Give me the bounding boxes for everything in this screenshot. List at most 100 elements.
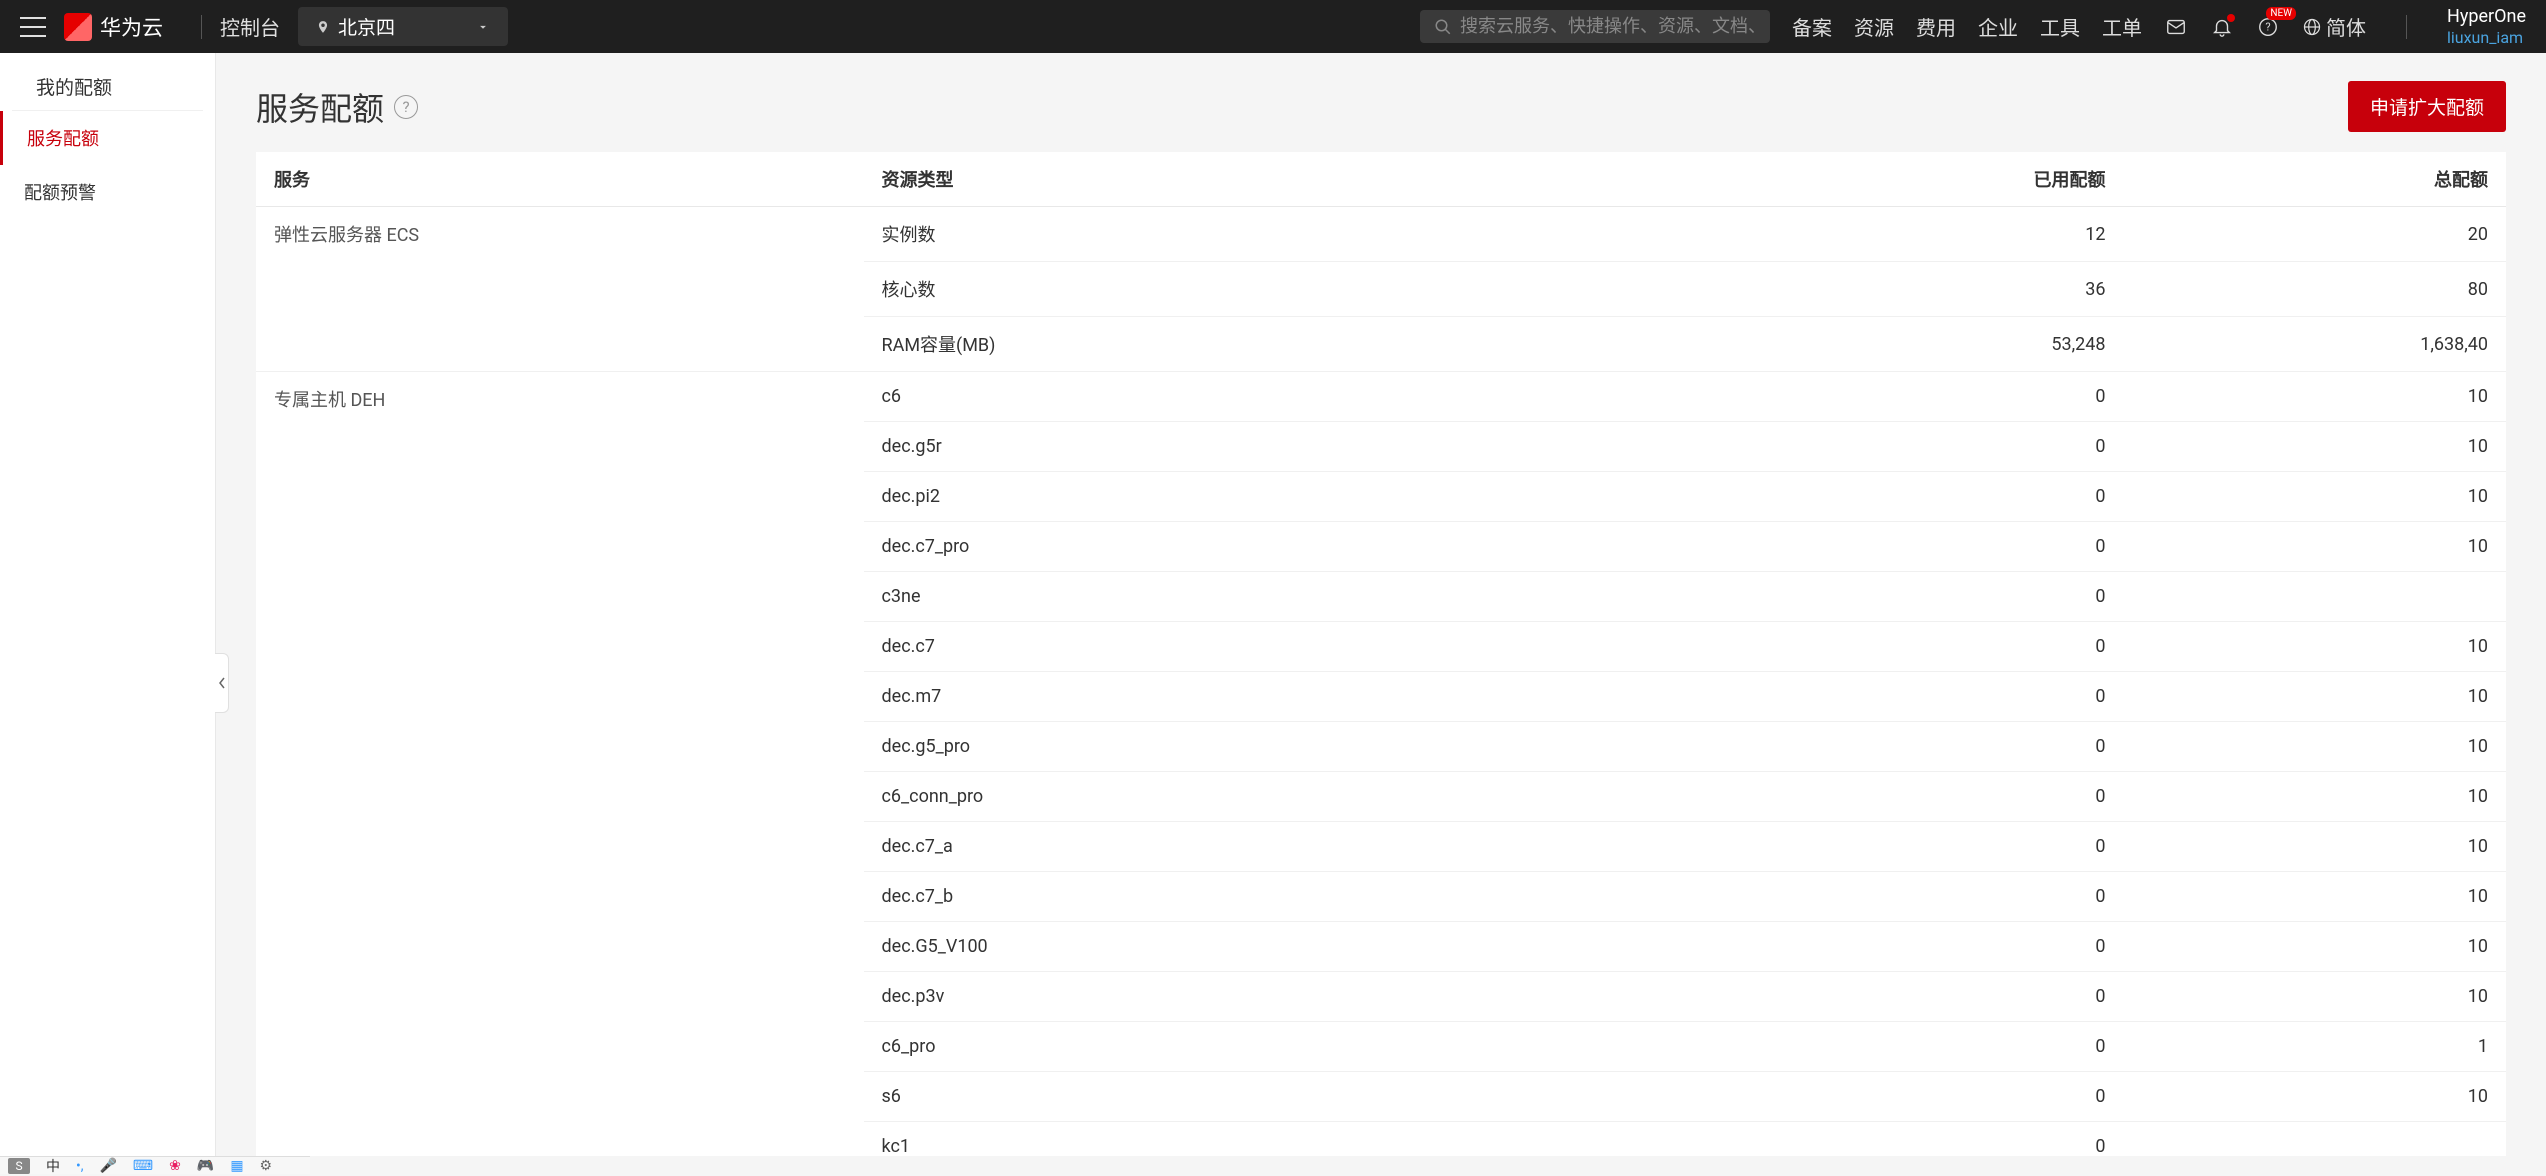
ime-emoji-icon[interactable]: ❀ [169, 1158, 181, 1174]
resource-type-cell: c6 [864, 372, 1764, 422]
help-center-icon[interactable]: ?NEW [2256, 15, 2280, 39]
ime-punct-icon[interactable]: •, [76, 1158, 83, 1174]
col-service: 服务 [256, 152, 864, 207]
resource-type-cell: kc1 [864, 1122, 1764, 1157]
main-content: 服务配额 ? 申请扩大配额 服务 资源类型 已用配额 总配额 弹性云服务器 EC… [216, 53, 2546, 1156]
ime-mode[interactable]: 中 [46, 1156, 60, 1176]
ime-taskbar: S 中 •, 🎤 ⌨ ❀ 🎮 ▦ ⚙ [0, 1156, 310, 1174]
total-cell: 10 [2124, 522, 2507, 572]
menu-icon[interactable] [20, 17, 46, 37]
total-cell: 10 [2124, 372, 2507, 422]
notification-dot [2227, 14, 2235, 22]
region-name: 北京四 [338, 13, 468, 40]
ime-keyboard-icon[interactable]: ⌨ [133, 1158, 153, 1174]
used-cell: 0 [1764, 672, 2124, 722]
total-cell: 10 [2124, 972, 2507, 1022]
used-cell: 0 [1764, 422, 2124, 472]
used-cell: 36 [1764, 262, 2124, 317]
search-icon [1434, 18, 1452, 36]
new-badge: NEW [2266, 7, 2296, 20]
sidebar-item-0[interactable]: 服务配额 [0, 111, 215, 165]
user-menu[interactable]: HyperOne liuxun_iam [2447, 6, 2526, 47]
total-cell: 10 [2124, 922, 2507, 972]
resource-type-cell: dec.p3v [864, 972, 1764, 1022]
total-cell: 10 [2124, 472, 2507, 522]
resource-type-cell: dec.c7_b [864, 872, 1764, 922]
nav-tools[interactable]: 工具 [2040, 12, 2080, 41]
resource-type-cell: c6_conn_pro [864, 772, 1764, 822]
location-icon [316, 20, 330, 34]
used-cell: 0 [1764, 372, 2124, 422]
resource-type-cell: dec.c7 [864, 622, 1764, 672]
resource-type-cell: c3ne [864, 572, 1764, 622]
svg-text:?: ? [2265, 20, 2270, 33]
global-search[interactable] [1420, 10, 1770, 43]
brand-name[interactable]: 华为云 [100, 12, 163, 42]
used-cell: 0 [1764, 722, 2124, 772]
used-cell: 12 [1764, 207, 2124, 262]
page-header: 服务配额 ? 申请扩大配额 [256, 81, 2506, 132]
table-row: 弹性云服务器 ECS实例数1220 [256, 207, 2506, 262]
ime-gamepad-icon[interactable]: 🎮 [197, 1158, 214, 1174]
total-cell: 10 [2124, 772, 2507, 822]
total-cell: 1,638,40 [2124, 317, 2507, 372]
used-cell: 53,248 [1764, 317, 2124, 372]
ime-grid-icon[interactable]: ▦ [230, 1158, 243, 1174]
col-total: 总配额 [2124, 152, 2507, 207]
used-cell: 0 [1764, 1122, 2124, 1157]
total-cell [2124, 572, 2507, 622]
page-title: 服务配额 [256, 84, 384, 130]
used-cell: 0 [1764, 972, 2124, 1022]
used-cell: 0 [1764, 622, 2124, 672]
resource-type-cell: s6 [864, 1072, 1764, 1122]
used-cell: 0 [1764, 1072, 2124, 1122]
resource-type-cell: c6_pro [864, 1022, 1764, 1072]
region-selector[interactable]: 北京四 [298, 7, 508, 46]
nav-resource[interactable]: 资源 [1854, 12, 1894, 41]
total-cell: 10 [2124, 822, 2507, 872]
total-cell: 10 [2124, 422, 2507, 472]
ime-logo-icon[interactable]: S [8, 1158, 30, 1174]
topbar-right: 备案 资源 费用 企业 工具 工单 ?NEW 简体 HyperOne liuxu… [1420, 6, 2526, 47]
col-used: 已用配额 [1764, 152, 2124, 207]
globe-icon [2302, 17, 2322, 37]
bell-icon[interactable] [2210, 15, 2234, 39]
language-label: 简体 [2326, 12, 2366, 41]
top-nav: 华为云 控制台 北京四 备案 资源 费用 企业 工具 工单 ?NEW 简体 Hy… [0, 0, 2546, 53]
resource-type-cell: 实例数 [864, 207, 1764, 262]
nav-enterprise[interactable]: 企业 [1978, 12, 2018, 41]
table-row: 专属主机 DEHc6010 [256, 372, 2506, 422]
used-cell: 0 [1764, 472, 2124, 522]
console-link[interactable]: 控制台 [220, 12, 280, 41]
sidebar-section-title: 我的配额 [12, 53, 203, 111]
apply-quota-button[interactable]: 申请扩大配额 [2348, 81, 2506, 132]
total-cell: 20 [2124, 207, 2507, 262]
nav-billing[interactable]: 费用 [1916, 12, 1956, 41]
col-resource-type: 资源类型 [864, 152, 1764, 207]
help-icon[interactable]: ? [394, 95, 418, 119]
used-cell: 0 [1764, 822, 2124, 872]
nav-tickets[interactable]: 工单 [2102, 12, 2142, 41]
ime-voice-icon[interactable]: 🎤 [99, 1158, 116, 1174]
used-cell: 0 [1764, 572, 2124, 622]
resource-type-cell: dec.g5_pro [864, 722, 1764, 772]
language-selector[interactable]: 简体 [2302, 12, 2366, 41]
used-cell: 0 [1764, 1022, 2124, 1072]
sidebar: 我的配额 服务配额配额预警 [0, 53, 216, 1174]
total-cell: 10 [2124, 722, 2507, 772]
used-cell: 0 [1764, 872, 2124, 922]
total-cell: 10 [2124, 872, 2507, 922]
nav-beian[interactable]: 备案 [1792, 12, 1832, 41]
resource-type-cell: dec.G5_V100 [864, 922, 1764, 972]
resource-type-cell: dec.c7_a [864, 822, 1764, 872]
chevron-down-icon [476, 20, 490, 34]
resource-type-cell: dec.m7 [864, 672, 1764, 722]
resource-type-cell: 核心数 [864, 262, 1764, 317]
resource-type-cell: dec.pi2 [864, 472, 1764, 522]
sidebar-item-1[interactable]: 配额预警 [0, 165, 215, 219]
total-cell: 10 [2124, 622, 2507, 672]
message-icon[interactable] [2164, 15, 2188, 39]
search-input[interactable] [1460, 16, 1756, 37]
ime-settings-icon[interactable]: ⚙ [260, 1158, 273, 1174]
resource-type-cell: dec.c7_pro [864, 522, 1764, 572]
